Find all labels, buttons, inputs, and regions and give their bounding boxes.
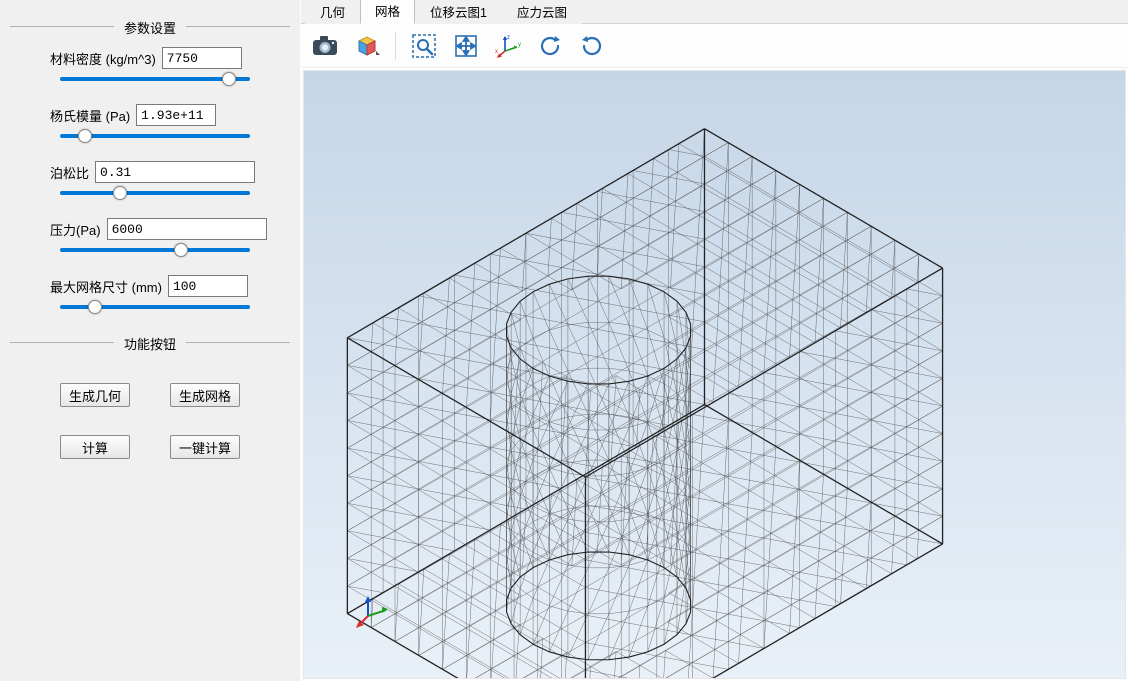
param-group: 参数设置 材料密度 (kg/m^3) 杨氏模量 (Pa) [10,26,290,312]
svg-text:x: x [495,49,498,55]
one-click-button[interactable]: 一键计算 [170,435,240,459]
young-slider[interactable] [60,134,250,138]
pressure-input[interactable] [107,218,267,240]
tab-stress[interactable]: 应力云图 [502,0,582,24]
toolbar: y z x [301,24,1128,68]
density-slider[interactable] [60,77,250,81]
poisson-input[interactable] [95,161,255,183]
tab-displacement[interactable]: 位移云图1 [415,0,502,24]
tab-mesh[interactable]: 网格 [360,0,415,24]
gen-geom-button[interactable]: 生成几何 [60,383,130,407]
tab-geometry[interactable]: 几何 [305,0,360,24]
param-mesh-size: 最大网格尺寸 (mm) [10,275,290,312]
param-group-title: 参数设置 [114,18,186,37]
viewport-3d[interactable] [303,70,1126,679]
svg-text:y: y [518,42,521,48]
param-label: 泊松比 [50,163,89,182]
mesh-size-slider[interactable] [60,305,250,309]
calc-button[interactable]: 计算 [60,435,130,459]
svg-text:z: z [507,35,510,41]
gen-mesh-button[interactable]: 生成网格 [170,383,240,407]
param-pressure: 压力(Pa) [10,218,290,255]
poisson-slider[interactable] [60,191,250,195]
param-density: 材料密度 (kg/m^3) [10,47,290,84]
axis-triad-icon[interactable]: y z x [492,30,524,62]
param-young: 杨氏模量 (Pa) [10,104,290,141]
tabbar: 几何 网格 位移云图1 应力云图 [301,0,1128,24]
param-label: 材料密度 (kg/m^3) [50,49,156,68]
buttons-group: 功能按钮 生成几何 生成网格 计算 一键计算 [10,342,290,459]
camera-icon[interactable] [309,30,341,62]
young-input[interactable] [136,104,216,126]
rotate-cw-icon[interactable] [576,30,608,62]
zoom-region-icon[interactable] [408,30,440,62]
density-input[interactable] [162,47,242,69]
rotate-ccw-icon[interactable] [534,30,566,62]
param-poisson: 泊松比 [10,161,290,198]
sidebar: 参数设置 材料密度 (kg/m^3) 杨氏模量 (Pa) [0,0,300,681]
pressure-slider[interactable] [60,248,250,252]
buttons-group-title: 功能按钮 [114,334,186,353]
mesh-size-input[interactable] [168,275,248,297]
toolbar-separator [395,32,396,60]
param-label: 压力(Pa) [50,220,101,239]
fit-view-icon[interactable] [450,30,482,62]
main-area: 几何 网格 位移云图1 应力云图 [300,0,1128,681]
orientation-triad-icon [356,594,390,628]
display-mode-icon[interactable] [351,30,383,62]
param-label: 杨氏模量 (Pa) [50,106,130,125]
mesh-wireframe [304,71,1125,678]
param-label: 最大网格尺寸 (mm) [50,277,162,296]
